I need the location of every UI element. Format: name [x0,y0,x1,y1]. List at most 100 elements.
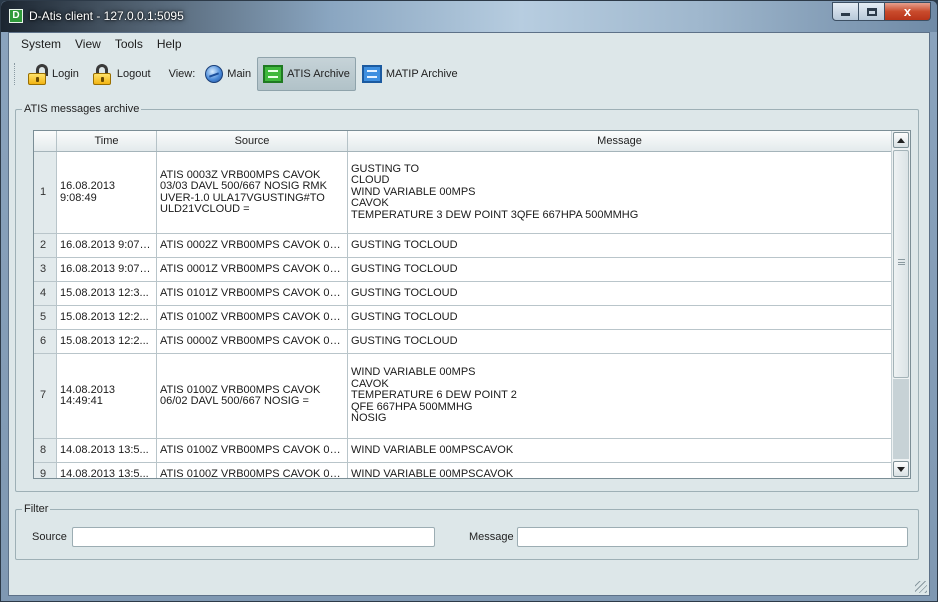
menu-bar: System View Tools Help [9,33,929,55]
globe-icon [205,65,224,83]
atis-archive-label: ATIS Archive [287,68,350,80]
close-icon: x [903,4,912,19]
row-number: 5 [34,306,57,329]
atis-archive-button[interactable]: ATIS Archive [257,57,356,91]
message-cell[interactable]: GUSTING TOCLOUD [348,282,892,305]
table-row[interactable]: 7 14.08.2013 14:49:41 ATIS 0100Z VRB00MP… [34,354,892,439]
row-number: 6 [34,330,57,353]
source-cell[interactable]: ATIS 0003Z VRB00MPS CAVOK 03/03 DAVL 500… [157,152,348,233]
app-icon: D [9,9,23,23]
window-controls: x [832,2,931,21]
source-cell[interactable]: ATIS 0100Z VRB00MPS CAVOK 00... [157,306,348,329]
maximize-button[interactable] [859,2,885,21]
matip-archive-button[interactable]: MATIP Archive [356,57,464,91]
matip-archive-label: MATIP Archive [385,68,458,80]
minimize-icon [841,13,850,16]
archive-group-title: ATIS messages archive [22,103,142,115]
time-cell[interactable]: 14.08.2013 14:49:41 [57,354,157,438]
table-row[interactable]: 4 15.08.2013 12:3... ATIS 0101Z VRB00MPS… [34,282,892,306]
scroll-up-button[interactable] [893,132,909,148]
minimize-button[interactable] [832,2,859,21]
view-label: View: [168,68,196,80]
header-message[interactable]: Message [348,131,892,151]
scroll-track[interactable] [893,379,909,459]
arrow-down-icon [897,466,905,472]
time-cell[interactable]: 16.08.2013 9:07:20 [57,258,157,281]
source-cell[interactable]: ATIS 0101Z VRB00MPS CAVOK 01... [157,282,348,305]
time-cell[interactable]: 16.08.2013 9:08:49 [57,152,157,233]
maximize-icon [866,7,877,16]
main-view-button[interactable]: Main [199,57,257,91]
row-number: 2 [34,234,57,257]
scroll-thumb[interactable] [893,150,909,378]
table-row[interactable]: 2 16.08.2013 9:07:55 ATIS 0002Z VRB00MPS… [34,234,892,258]
table-row[interactable]: 6 15.08.2013 12:2... ATIS 0000Z VRB00MPS… [34,330,892,354]
filter-group-title: Filter [22,503,51,515]
source-filter-label: Source [32,531,67,543]
time-cell[interactable]: 14.08.2013 13:5... [57,439,157,462]
table-row[interactable]: 8 14.08.2013 13:5... ATIS 0100Z VRB00MPS… [34,439,892,463]
row-number: 7 [34,354,57,438]
close-button[interactable]: x [885,2,931,21]
table-row[interactable]: 3 16.08.2013 9:07:20 ATIS 0001Z VRB00MPS… [34,258,892,282]
window-title: D-Atis client - 127.0.0.1:5095 [29,9,184,23]
message-cell[interactable]: WIND VARIABLE 00MPSCAVOK [348,463,892,478]
unlock-icon [26,63,48,85]
message-cell[interactable]: GUSTING TOCLOUD [348,330,892,353]
time-cell[interactable]: 14.08.2013 13:5... [57,463,157,478]
resize-grip[interactable] [915,581,927,593]
row-number: 9 [34,463,57,478]
archive-cabinet-icon [263,65,284,83]
archive-cabinet-icon [361,65,382,83]
row-number: 8 [34,439,57,462]
grid-header: Time Source Message [34,131,892,152]
menu-view[interactable]: View [68,37,108,51]
app-window: D D-Atis client - 127.0.0.1:5095 x Syste… [0,0,938,602]
time-cell[interactable]: 16.08.2013 9:07:55 [57,234,157,257]
title-bar[interactable]: D D-Atis client - 127.0.0.1:5095 x [1,1,937,32]
atis-messages-grid[interactable]: Time Source Message 1 16.08.2013 9:08:49… [33,130,911,479]
vertical-scrollbar[interactable] [891,131,910,478]
header-source[interactable]: Source [157,131,348,151]
header-time[interactable]: Time [57,131,157,151]
main-label: Main [227,68,252,80]
menu-system[interactable]: System [14,37,68,51]
message-filter-label: Message [469,531,514,543]
message-filter-input[interactable] [517,527,908,547]
header-rownum[interactable] [34,131,57,151]
grip-icon [898,259,905,265]
table-row[interactable]: 9 14.08.2013 13:5... ATIS 0100Z VRB00MPS… [34,463,892,478]
message-cell[interactable]: GUSTING TOCLOUD [348,234,892,257]
logout-button[interactable]: Logout [85,57,157,91]
time-cell[interactable]: 15.08.2013 12:3... [57,282,157,305]
scroll-down-button[interactable] [893,461,909,477]
client-area: System View Tools Help Login Logout View… [8,32,930,596]
source-filter-input[interactable] [72,527,435,547]
arrow-up-icon [897,137,905,143]
row-number: 1 [34,152,57,233]
login-label: Login [52,68,79,80]
message-cell[interactable]: WIND VARIABLE 00MPSCAVOK [348,439,892,462]
source-cell[interactable]: ATIS 0002Z VRB00MPS CAVOK 02... [157,234,348,257]
source-cell[interactable]: ATIS 0000Z VRB00MPS CAVOK 00... [157,330,348,353]
table-row[interactable]: 5 15.08.2013 12:2... ATIS 0100Z VRB00MPS… [34,306,892,330]
source-cell[interactable]: ATIS 0100Z VRB00MPS CAVOK 04... [157,439,348,462]
message-cell[interactable]: GUSTING TOCLOUD [348,306,892,329]
message-cell[interactable]: GUSTING TO CLOUD WIND VARIABLE 00MPS CAV… [348,152,892,233]
source-cell[interactable]: ATIS 0100Z VRB00MPS CAVOK 06/02 DAVL 500… [157,354,348,438]
time-cell[interactable]: 15.08.2013 12:2... [57,306,157,329]
source-cell[interactable]: ATIS 0100Z VRB00MPS CAVOK 03... [157,463,348,478]
menu-tools[interactable]: Tools [108,37,150,51]
menu-help[interactable]: Help [150,37,189,51]
time-cell[interactable]: 15.08.2013 12:2... [57,330,157,353]
row-number: 4 [34,282,57,305]
table-row[interactable]: 1 16.08.2013 9:08:49 ATIS 0003Z VRB00MPS… [34,152,892,234]
lock-icon [91,63,113,85]
source-cell[interactable]: ATIS 0001Z VRB00MPS CAVOK 00... [157,258,348,281]
row-number: 3 [34,258,57,281]
login-button[interactable]: Login [20,57,85,91]
grid-body: 1 16.08.2013 9:08:49 ATIS 0003Z VRB00MPS… [34,152,892,478]
message-cell[interactable]: GUSTING TOCLOUD [348,258,892,281]
message-cell[interactable]: WIND VARIABLE 00MPS CAVOK TEMPERATURE 6 … [348,354,892,438]
toolbar-grip[interactable] [14,63,16,85]
